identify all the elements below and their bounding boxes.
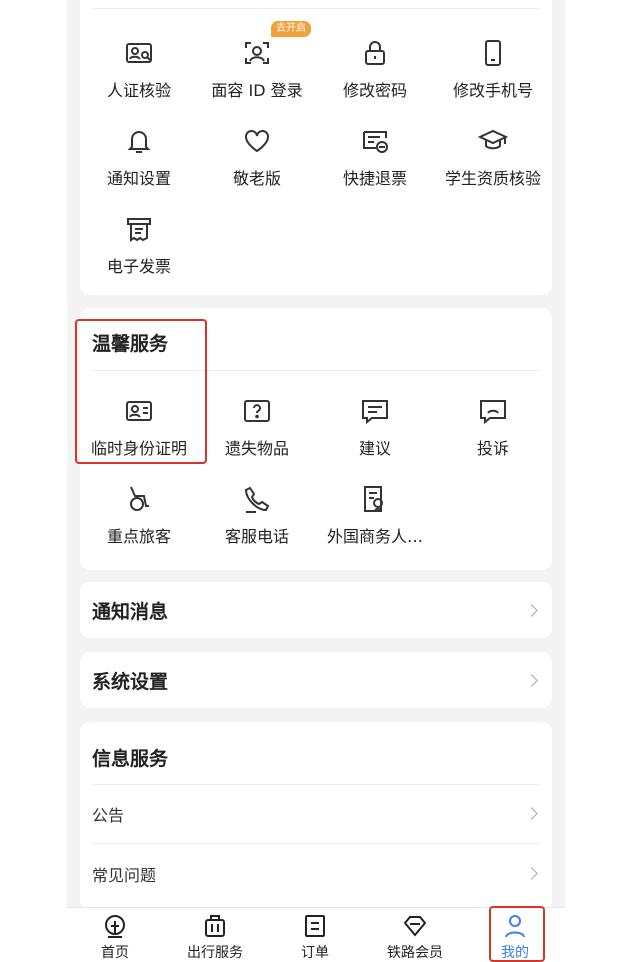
tab-travel-services[interactable]: 出行服务 [170,913,260,962]
grid-item-label: 外国商务人… [326,527,423,546]
tab-label: 订单 [301,945,329,961]
grid-item-label: 敬老版 [232,169,281,188]
order-icon [302,913,328,939]
grid-item-label: 遗失物品 [224,439,289,458]
section-title: 信息服务 [92,748,169,770]
chevron-right-icon [525,867,538,880]
info-item-label: 公告 [92,806,125,825]
grid-item-student-verify[interactable]: 学生资质核验 [434,126,552,189]
grid-item-notification-settings[interactable]: 通知设置 [80,126,198,189]
grid-item-label: 重点旅客 [106,527,171,546]
chevron-right-icon [525,674,538,687]
system-settings-row[interactable]: 系统设置 [80,652,552,708]
id-verify-icon [124,38,154,68]
account-settings-card: 人证核验 去开启 面容 ID 登录 修改密码 修改手机号 通知设置 敬老版 快捷… [80,0,552,295]
grid-item-label: 修改密码 [342,81,407,100]
highlight-box [75,319,207,464]
diamond-icon [402,913,428,939]
grid-item-label: 面容 ID 登录 [211,81,303,100]
heart-icon [242,126,272,156]
grid-item-quick-refund[interactable]: 快捷退票 [316,126,434,189]
enable-badge: 去开启 [271,21,311,37]
grid-item-key-passengers[interactable]: 重点旅客 [80,484,198,547]
grid-item-suggestion[interactable]: 建议 [316,396,434,459]
face-id-icon [242,38,272,68]
grid-item-label: 投诉 [476,439,509,458]
row-label: 通知消息 [92,601,169,623]
grid-item-face-id[interactable]: 去开启 面容 ID 登录 [198,21,316,101]
chevron-right-icon [525,604,538,617]
grid-item-label: 学生资质核验 [444,169,541,188]
grid-item-lost-items[interactable]: 遗失物品 [198,396,316,459]
info-item-announcement[interactable]: 公告 [80,784,552,842]
phone-screen: 人证核验 去开启 面容 ID 登录 修改密码 修改手机号 通知设置 敬老版 快捷… [67,0,565,962]
grid-item-foreign-business[interactable]: 外国商务人… [316,484,434,547]
grid-item-label: 电子发票 [106,257,171,276]
grid-item-label: 快捷退票 [342,169,407,188]
tab-label: 出行服务 [187,945,243,961]
lock-icon [360,38,390,68]
complaint-icon [478,396,508,426]
luggage-icon [202,913,228,939]
home-icon [102,913,128,939]
row-label: 系统设置 [92,671,169,693]
info-item-label: 常见问题 [92,866,157,885]
grid-item-label: 建议 [358,439,391,458]
grid-item-e-invoice[interactable]: 电子发票 [80,214,198,277]
question-box-icon [242,396,272,426]
wheelchair-icon [124,484,154,514]
invoice-icon [124,214,154,244]
grid-item-change-password[interactable]: 修改密码 [316,38,434,101]
phone-call-icon [242,484,272,514]
foreign-business-icon [360,484,390,514]
grid-item-label: 通知设置 [106,169,171,188]
tab-home[interactable]: 首页 [70,913,160,962]
grid-item-label: 人证核验 [106,81,171,100]
highlight-box [489,906,545,962]
chevron-right-icon [525,807,538,820]
suggestion-icon [360,396,390,426]
info-service-card: 信息服务 公告 常见问题 [80,722,552,910]
grid-item-id-verify[interactable]: 人证核验 [80,38,198,101]
ticket-refund-icon [360,126,390,156]
divider [92,8,540,9]
grid-item-complaint[interactable]: 投诉 [434,396,552,459]
grid-item-elderly-mode[interactable]: 敬老版 [198,126,316,189]
grid-item-label: 修改手机号 [452,81,533,100]
info-item-faq[interactable]: 常见问题 [80,844,552,902]
phone-icon [478,38,508,68]
graduation-cap-icon [478,126,508,156]
bell-icon [124,126,154,156]
tab-orders[interactable]: 订单 [270,913,360,962]
tab-label: 首页 [101,945,129,961]
notifications-row[interactable]: 通知消息 [80,582,552,638]
grid-item-customer-service-phone[interactable]: 客服电话 [198,484,316,547]
tab-label: 铁路会员 [387,945,443,961]
grid-item-label: 客服电话 [224,527,289,546]
tab-railway-membership[interactable]: 铁路会员 [370,913,460,962]
grid-item-change-phone[interactable]: 修改手机号 [434,38,552,101]
